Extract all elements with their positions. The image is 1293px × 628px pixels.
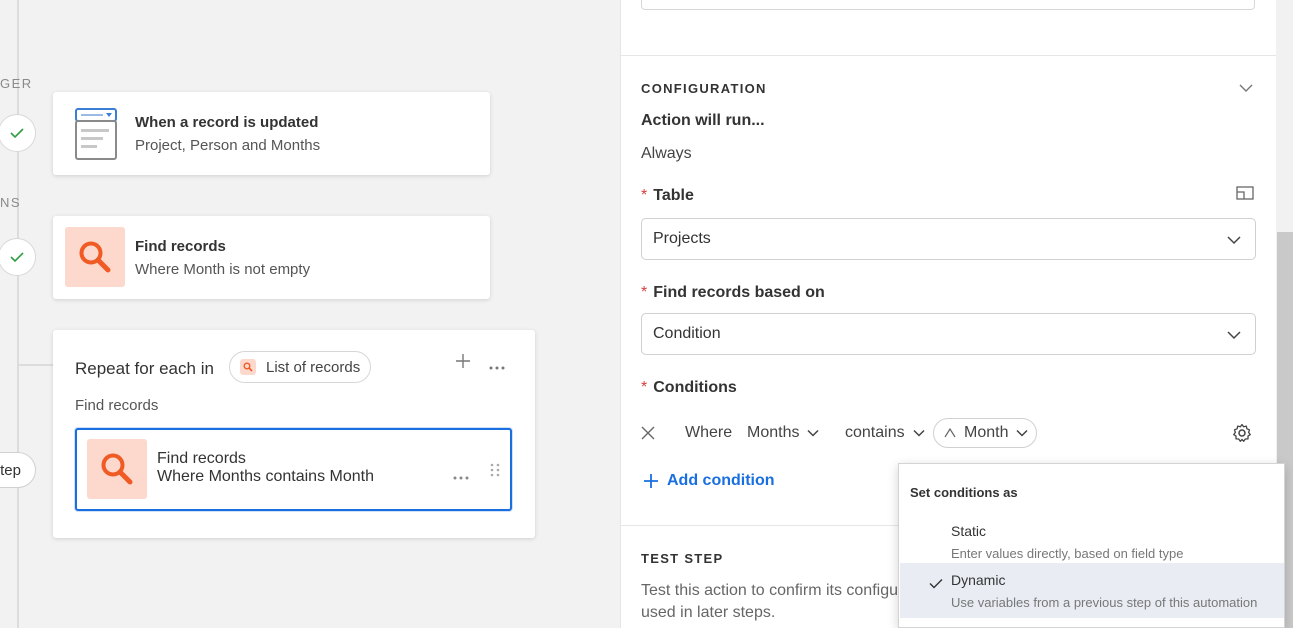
chevron-down-icon <box>1016 429 1028 437</box>
trigger-section-label: GER <box>0 76 33 91</box>
repeat-source-label: Find records <box>75 397 159 414</box>
conditions-label-text: Conditions <box>653 379 737 396</box>
repeat-title: Repeat for each in <box>75 359 214 378</box>
remove-condition-icon[interactable] <box>641 418 669 448</box>
inner-card-subtitle: Where Months contains Month <box>157 468 374 485</box>
section-divider <box>621 55 1277 56</box>
list-of-records-label: List of records <box>266 358 361 376</box>
inner-card-title: Find records <box>157 450 246 467</box>
text-field-icon <box>944 428 956 438</box>
search-icon <box>65 227 125 287</box>
search-mini-icon <box>240 359 256 375</box>
add-step-button[interactable]: tep <box>0 452 36 488</box>
find-records-title: Find records <box>135 238 226 255</box>
option-static-description: Enter values directly, based on field ty… <box>951 546 1184 561</box>
checkmark-icon <box>929 576 943 594</box>
trigger-card[interactable]: When a record is updated Project, Person… <box>53 92 490 175</box>
condition-row: Where Months contains Month <box>641 418 1256 448</box>
search-icon <box>87 439 147 499</box>
test-step-description: Test this action to confirm its configu … <box>641 580 911 624</box>
test-step-line1: Test this action to confirm its configu <box>641 582 898 599</box>
configuration-header: CONFIGURATION <box>641 81 767 96</box>
chevron-down-icon <box>913 429 925 437</box>
option-dynamic-name: Dynamic <box>951 572 1006 588</box>
find-based-select-value: Condition <box>653 325 721 342</box>
condition-field-dropdown[interactable]: Months <box>747 418 819 448</box>
table-label: * Table <box>641 187 694 204</box>
condition-operator-dropdown[interactable]: contains <box>845 418 925 448</box>
condition-where-label: Where <box>685 424 733 441</box>
chevron-down-icon <box>1227 327 1241 345</box>
condition-value-pill[interactable]: Month <box>933 418 1038 448</box>
more-options-icon[interactable] <box>453 468 469 480</box>
option-dynamic[interactable]: Dynamic Use variables from a previous st… <box>900 563 1284 618</box>
timeline-line <box>17 0 19 628</box>
expand-table-icon[interactable] <box>1236 186 1254 200</box>
trigger-card-title: When a record is updated <box>135 114 319 131</box>
table-label-text: Table <box>653 187 694 204</box>
action-runs-value: Always <box>641 145 692 162</box>
option-dynamic-description: Use variables from a previous step of th… <box>951 595 1258 610</box>
action-runs-label: Action will run... <box>641 112 765 129</box>
condition-field-value: Months <box>747 424 800 441</box>
collapse-chevron-icon[interactable] <box>1239 80 1253 92</box>
list-of-records-pill[interactable]: List of records <box>229 351 372 383</box>
automation-canvas: GER NS tep When a record is updated Proj… <box>0 0 620 628</box>
add-step-label: tep <box>0 461 21 479</box>
trigger-card-subtitle: Project, Person and Months <box>135 137 321 154</box>
find-based-label: * Find records based on <box>641 284 825 301</box>
plus-icon <box>644 474 658 488</box>
gear-icon[interactable] <box>1232 418 1252 448</box>
conditions-label: * Conditions <box>641 379 737 396</box>
find-records-subtitle: Where Month is not empty <box>135 261 311 278</box>
trigger-check-icon <box>0 114 36 152</box>
popup-title: Set conditions as <box>910 485 1018 500</box>
add-condition-label: Add condition <box>667 472 775 489</box>
option-static-name: Static <box>951 523 987 539</box>
timeline-branch <box>17 364 55 366</box>
table-select[interactable]: Projects <box>641 218 1256 260</box>
record-form-icon <box>73 107 119 161</box>
test-step-header: TEST STEP <box>641 551 724 566</box>
action-check-icon <box>0 238 36 276</box>
find-records-card[interactable]: Find records Where Month is not empty <box>53 216 490 299</box>
drag-handle-icon[interactable] <box>490 463 500 477</box>
find-based-label-text: Find records based on <box>653 284 825 301</box>
add-condition-button[interactable]: Add condition <box>643 472 775 490</box>
actions-section-label: NS <box>0 195 22 210</box>
chevron-down-icon <box>1227 232 1241 250</box>
previous-field[interactable] <box>641 0 1255 10</box>
option-static[interactable]: Static Enter values directly, based on f… <box>900 514 1284 569</box>
table-select-value: Projects <box>653 230 711 247</box>
condition-operator-value: contains <box>845 424 905 441</box>
repeat-group-card[interactable]: Repeat for each in List of records Find … <box>53 330 535 538</box>
chevron-down-icon <box>807 429 819 437</box>
find-based-select[interactable]: Condition <box>641 313 1256 355</box>
condition-value-text: Month <box>964 424 1009 441</box>
test-step-line2: used in later steps. <box>641 604 776 621</box>
add-icon[interactable] <box>454 352 472 370</box>
condition-mode-popup: Set conditions as Static Enter values di… <box>898 463 1285 628</box>
more-options-icon[interactable] <box>489 358 505 370</box>
inner-find-records-card[interactable]: Find records Where Months contains Month <box>75 428 512 511</box>
